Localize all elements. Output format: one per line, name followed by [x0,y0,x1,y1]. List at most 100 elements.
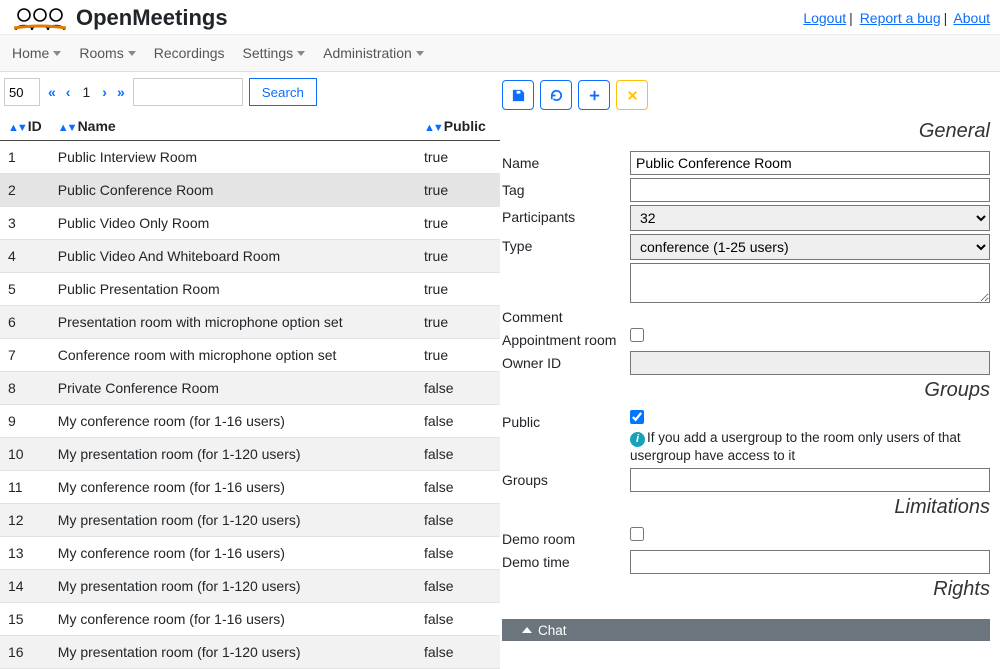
cell-name: My conference room (for 1-16 users) [50,471,416,504]
comment-textarea[interactable] [630,263,990,303]
label-owner: Owner ID [502,351,630,371]
page-size-input[interactable] [4,78,40,106]
report-bug-link[interactable]: Report a bug [860,10,941,26]
name-field[interactable] [630,151,990,175]
type-select[interactable]: conference (1-25 users) [630,234,990,260]
label-comment: Comment [502,309,630,325]
cell-public: false [416,438,500,471]
table-row[interactable]: 10My presentation room (for 1-120 users)… [0,438,500,471]
openmeetings-logo-icon [10,4,72,32]
cell-name: Public Presentation Room [50,273,416,306]
cell-name: My conference room (for 1-16 users) [50,537,416,570]
cell-name: Public Conference Room [50,174,416,207]
public-checkbox[interactable] [630,410,644,424]
cell-id: 8 [0,372,50,405]
cell-public: false [416,603,500,636]
table-row[interactable]: 8Private Conference Roomfalse [0,372,500,405]
table-row[interactable]: 4Public Video And Whiteboard Roomtrue [0,240,500,273]
refresh-icon [549,88,564,103]
table-row[interactable]: 11My conference room (for 1-16 users)fal… [0,471,500,504]
pager-first-icon[interactable]: « [46,84,58,100]
tag-field[interactable] [630,178,990,202]
chevron-down-icon [297,51,305,56]
table-row[interactable]: 6Presentation room with microphone optio… [0,306,500,339]
demo-room-checkbox[interactable] [630,527,644,541]
label-type: Type [502,234,630,254]
plus-icon [587,88,602,103]
section-general: General [502,120,990,143]
search-button[interactable]: Search [249,78,317,106]
cell-id: 3 [0,207,50,240]
nav-recordings[interactable]: Recordings [152,41,227,65]
col-name[interactable]: ▲▼Name [50,112,416,141]
table-row[interactable]: 13My conference room (for 1-16 users)fal… [0,537,500,570]
search-input[interactable] [133,78,243,106]
cell-public: false [416,570,500,603]
col-public[interactable]: ▲▼Public [416,112,500,141]
refresh-button[interactable] [540,80,572,110]
label-groups: Groups [502,468,630,488]
close-icon [625,88,640,103]
cell-name: My conference room (for 1-16 users) [50,603,416,636]
pager-prev-icon[interactable]: ‹ [64,84,73,100]
label-public: Public [502,410,630,430]
cell-public: true [416,141,500,174]
cell-public: false [416,372,500,405]
sort-icon: ▲▼ [8,122,26,134]
pager-last-icon[interactable]: » [115,84,127,100]
table-row[interactable]: 9My conference room (for 1-16 users)fals… [0,405,500,438]
chat-label: Chat [538,623,567,638]
pager-page: 1 [78,84,94,100]
cell-public: true [416,240,500,273]
logout-link[interactable]: Logout [803,10,846,26]
table-row[interactable]: 5Public Presentation Roomtrue [0,273,500,306]
cell-public: true [416,306,500,339]
cell-public: true [416,273,500,306]
appointment-checkbox[interactable] [630,328,644,342]
label-name: Name [502,151,630,171]
cell-public: false [416,504,500,537]
cell-name: Presentation room with microphone option… [50,306,416,339]
nav-settings[interactable]: Settings [241,41,308,65]
nav-rooms[interactable]: Rooms [77,41,137,65]
info-icon: i [630,432,645,447]
cell-name: Conference room with microphone option s… [50,339,416,372]
add-button[interactable] [578,80,610,110]
brand-title: OpenMeetings [76,5,228,31]
nav-administration[interactable]: Administration [321,41,426,65]
cell-public: false [416,405,500,438]
cell-name: Private Conference Room [50,372,416,405]
table-row[interactable]: 3Public Video Only Roomtrue [0,207,500,240]
cell-public: true [416,339,500,372]
demo-time-field[interactable] [630,550,990,574]
cell-public: true [416,174,500,207]
label-demo-time: Demo time [502,550,630,570]
table-row[interactable]: 16My presentation room (for 1-120 users)… [0,636,500,669]
chat-panel-toggle[interactable]: Chat [502,619,990,641]
cell-id: 5 [0,273,50,306]
cell-id: 10 [0,438,50,471]
delete-button[interactable] [616,80,648,110]
label-participants: Participants [502,205,630,225]
cell-name: Public Interview Room [50,141,416,174]
table-row[interactable]: 1Public Interview Roomtrue [0,141,500,174]
save-button[interactable] [502,80,534,110]
participants-select[interactable]: 32 [630,205,990,231]
save-icon [511,88,526,103]
cell-name: My presentation room (for 1-120 users) [50,570,416,603]
pager-next-icon[interactable]: › [100,84,109,100]
table-row[interactable]: 15My conference room (for 1-16 users)fal… [0,603,500,636]
chevron-down-icon [128,51,136,56]
about-link[interactable]: About [953,10,990,26]
col-id[interactable]: ▲▼ID [0,112,50,141]
table-row[interactable]: 2Public Conference Roomtrue [0,174,500,207]
sort-icon: ▲▼ [58,122,76,134]
cell-public: false [416,471,500,504]
nav-home[interactable]: Home [10,41,63,65]
groups-field[interactable] [630,468,990,492]
cell-id: 16 [0,636,50,669]
table-row[interactable]: 14My presentation room (for 1-120 users)… [0,570,500,603]
table-row[interactable]: 12My presentation room (for 1-120 users)… [0,504,500,537]
table-row[interactable]: 7Conference room with microphone option … [0,339,500,372]
cell-id: 12 [0,504,50,537]
